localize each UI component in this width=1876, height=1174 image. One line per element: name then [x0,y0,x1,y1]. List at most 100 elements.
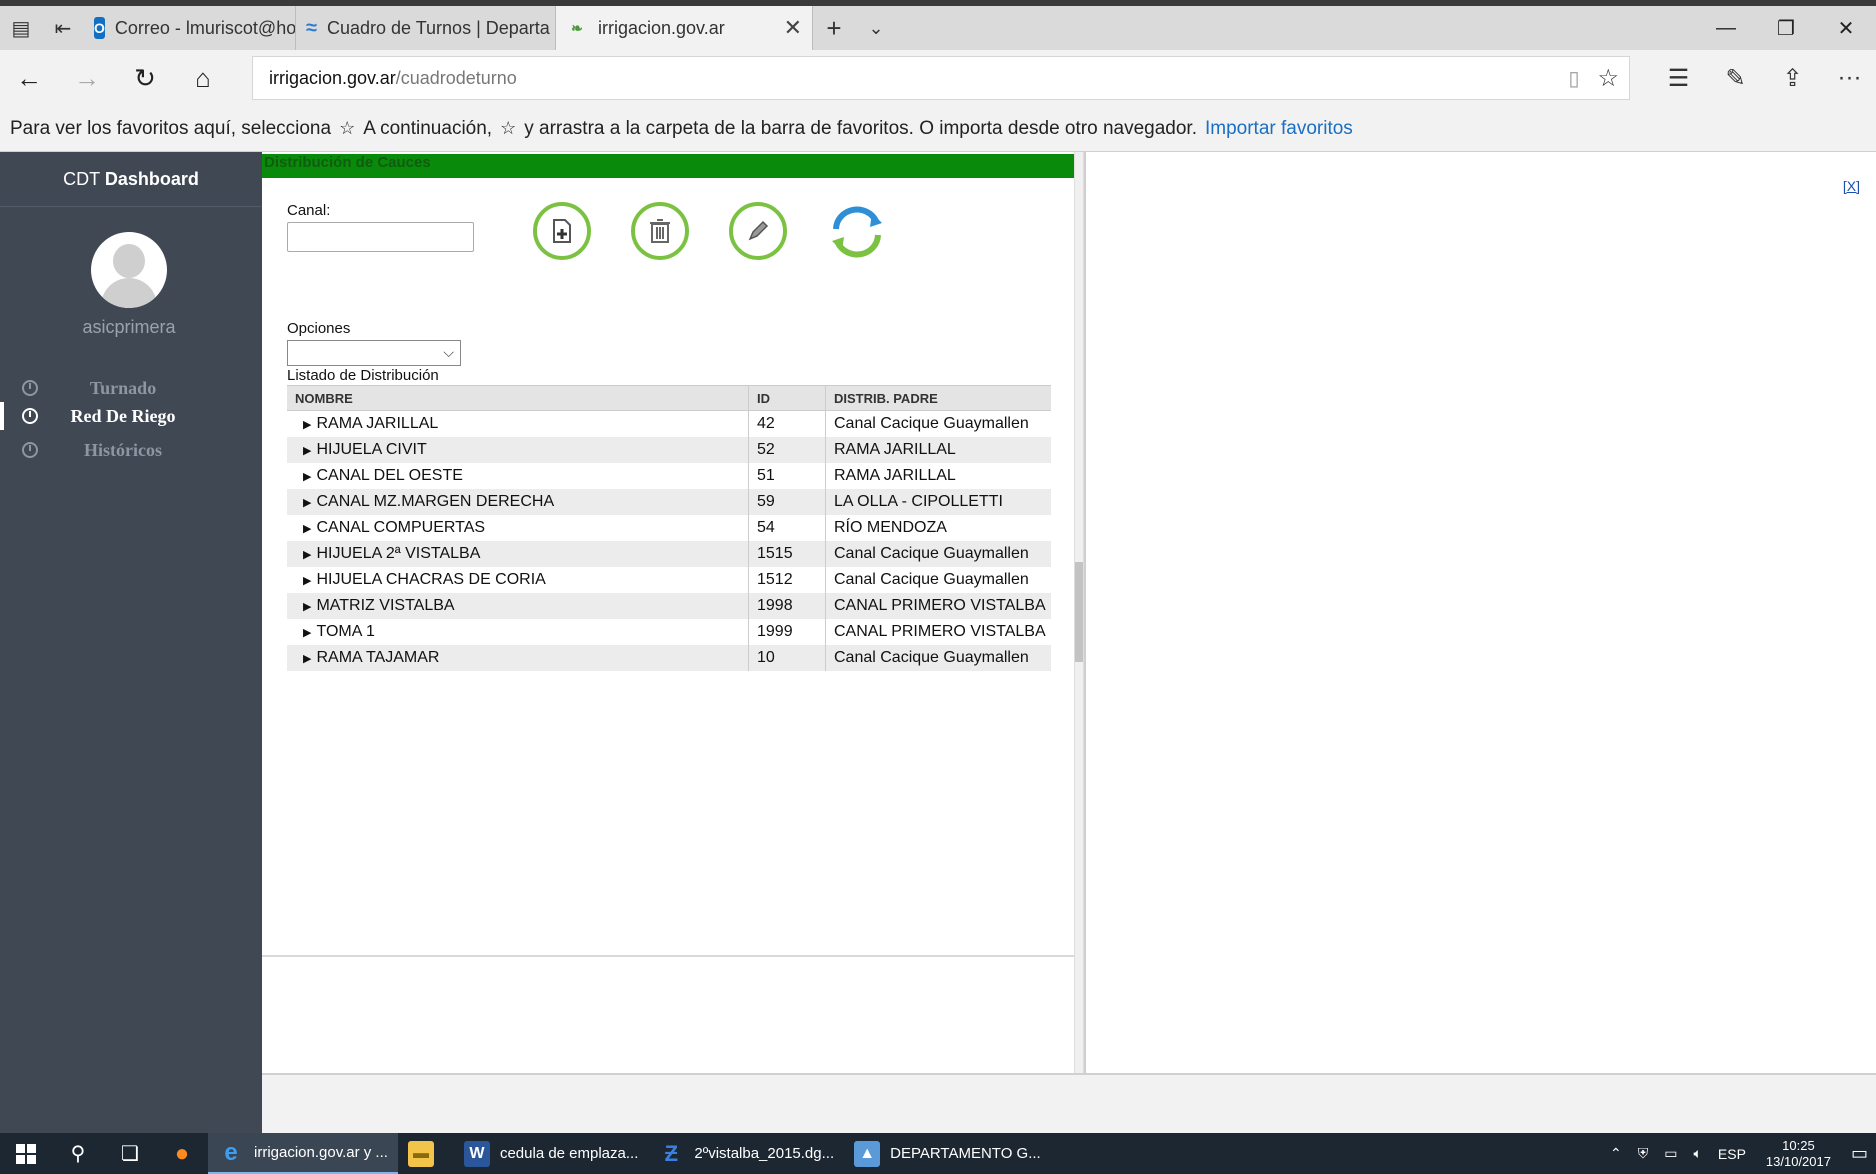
tab-correo[interactable]: O Correo - lmuriscot@hotmai [84,6,296,50]
reading-view-icon[interactable]: ▯ [1568,66,1579,91]
expand-triangle-icon[interactable]: ▶ [303,626,311,639]
sidebar-item-red-de-riego[interactable]: Red De Riego [0,400,262,432]
close-window-icon[interactable]: ✕ [1816,6,1876,50]
home-icon[interactable]: ⌂ [174,50,232,106]
refresh-icon[interactable]: ↻ [116,50,174,106]
table-row[interactable]: ▶ CANAL DEL OESTE 51 RAMA JARILLAL [287,463,1051,489]
tab-title: Correo - lmuriscot@hotmai [114,17,296,38]
column-header-nombre[interactable]: NOMBRE [287,386,749,410]
brand[interactable]: CDT Dashboard [0,152,262,206]
chevron-down-icon: ⌵ [443,344,454,360]
close-tab-icon[interactable]: ✕ [774,15,802,41]
forward-icon[interactable]: → [58,50,116,106]
table-row[interactable]: ▶ RAMA JARILLAL 42 Canal Cacique Guaymallen [287,411,1051,437]
network-icon[interactable]: ▭ [1664,1145,1677,1162]
brand-bold: Dashboard [104,169,199,189]
search-icon[interactable]: ⚲ [52,1133,104,1174]
favbar-text-2: A continuación, [363,117,493,139]
taskbar-app-label: cedula de emplaza... [499,1145,639,1162]
favbar-text-1: Para ver los favoritos aquí, selecciona [10,117,332,139]
canal-label: Canal: [287,202,331,219]
column-header-id[interactable]: ID [749,386,826,410]
expand-triangle-icon[interactable]: ▶ [303,574,311,587]
windows-start-icon[interactable] [0,1133,52,1174]
more-menu-icon[interactable]: ··· [1821,50,1876,106]
table-row[interactable]: ▶ CANAL COMPUERTAS 54 RÍO MENDOZA [287,515,1051,541]
table-row[interactable]: ▶ HIJUELA CHACRAS DE CORIA 1512 Canal Caciq… [287,567,1051,593]
cell-id: 1998 [749,593,826,619]
expand-triangle-icon[interactable]: ▶ [303,418,311,431]
tab-title: Cuadro de Turnos | Departa [326,17,550,38]
web-note-icon[interactable]: ✎ [1707,50,1764,106]
table-row[interactable]: ▶ TOMA 1 1999 CANAL PRIMERO VISTALBA [287,619,1051,645]
panel-footer [262,957,1074,1073]
favorites-hub-icon[interactable]: ☰ [1650,50,1707,106]
star-icon: ☆ [339,118,356,138]
import-favorites-link[interactable]: Importar favoritos [1205,118,1353,140]
expand-triangle-icon[interactable]: ▶ [303,496,311,509]
back-icon[interactable]: ← [0,50,58,106]
avatar-head [113,244,145,278]
refresh-list-button[interactable] [828,205,886,259]
leaf-icon: ❧ [571,19,583,36]
table-row[interactable]: ▶ HIJUELA 2ª VISTALBA 1515 Canal Cacique Gu… [287,541,1051,567]
star-icon: ☆ [500,118,517,138]
cell-id: 54 [749,515,826,541]
tab-manager-icon[interactable]: ▤ [0,6,42,50]
volume-icon[interactable]: 🔈︎ [1693,1145,1701,1162]
cell-nombre: CANAL MZ.MARGEN DERECHA [316,493,555,510]
url-field[interactable]: irrigacion.gov.ar/cuadrodeturno ▯ ☆ [252,56,1630,100]
new-tab-icon[interactable]: + [813,6,855,50]
table-body: ▶ RAMA JARILLAL 42 Canal Cacique Guaymallen… [287,411,1051,671]
cell-padre: Canal Cacique Guaymallen [834,415,1029,432]
url-path: /cuadrodeturno [395,67,517,88]
expand-triangle-icon[interactable]: ▶ [303,652,311,665]
table-row[interactable]: ▶ CANAL MZ.MARGEN DERECHA 59 LA OLLA - CIPO… [287,489,1051,515]
expand-triangle-icon[interactable]: ▶ [303,600,311,613]
tab-preview-chevron-icon[interactable]: ⌄ [855,6,897,50]
sidebar-item-label: Históricos [84,439,162,460]
expand-triangle-icon[interactable]: ▶ [303,548,311,561]
firefox-icon[interactable]: ● [156,1133,208,1174]
minimize-icon[interactable]: — [1696,6,1756,50]
table-row[interactable]: ▶ HIJUELA CIVIT 52 RAMA JARILLAL [287,437,1051,463]
taskbar-app-label: DEPARTAMENTO G... [890,1145,1041,1162]
expand-triangle-icon[interactable]: ▶ [303,444,311,457]
divider [0,206,262,207]
canal-input[interactable] [287,222,474,252]
security-icon[interactable]: ⛨ [1638,1145,1649,1162]
taskbar-app-image[interactable]: ▲ DEPARTAMENTO G... [844,1133,1051,1174]
expand-triangle-icon[interactable]: ▶ [303,522,311,535]
chevron-up-icon[interactable]: ⌃ [1610,1145,1622,1162]
taskbar-app-cad[interactable]: Ƶ 2ºvistalba_2015.dg... [648,1133,844,1174]
sidebar-item-historicos[interactable]: Históricos [0,434,262,466]
expand-triangle-icon[interactable]: ▶ [303,470,311,483]
table-row[interactable]: ▶ RAMA TAJAMAR 10 Canal Cacique Guaymallen [287,645,1051,671]
scrollbar-thumb[interactable] [1075,562,1083,662]
share-icon[interactable]: ⇪ [1764,50,1821,106]
taskbar-app-edge[interactable]: e irrigacion.gov.ar y ... [208,1133,398,1174]
edit-button[interactable] [729,202,787,260]
opciones-select[interactable]: ⌵ [287,340,461,366]
notifications-icon[interactable]: ▭ [1851,1143,1868,1164]
cad-icon: Ƶ [664,1140,679,1166]
restore-icon[interactable]: ❐ [1756,6,1816,50]
column-header-padre[interactable]: DISTRIB. PADRE [826,386,1051,410]
favorite-star-icon[interactable]: ☆ [1597,64,1619,93]
address-bar-row: ← → ↻ ⌂ irrigacion.gov.ar/cuadrodeturno … [0,50,1876,106]
clock[interactable]: 10:25 13/10/2017 [1766,1138,1831,1170]
delete-button[interactable] [631,202,689,260]
language-indicator[interactable]: ESP [1718,1146,1746,1162]
table-row[interactable]: ▶ MATRIZ VISTALBA 1998 CANAL PRIMERO VISTAL… [287,593,1051,619]
add-button[interactable] [533,202,591,260]
task-view-icon[interactable]: ❏ [104,1133,156,1174]
tab-cuadro-de-turnos[interactable]: ≈ Cuadro de Turnos | Departa [296,6,556,50]
opciones-label: Opciones [287,320,351,337]
taskbar-app-word[interactable]: W cedula de emplaza... [454,1133,648,1174]
taskbar-app-explorer[interactable]: ▬ [398,1133,454,1174]
cell-padre: Canal Cacique Guaymallen [834,571,1029,588]
close-panel-link[interactable]: [X] [1843,178,1860,194]
avatar-body [101,278,157,308]
set-aside-tabs-icon[interactable]: ⇤ [42,6,84,50]
tab-irrigacion[interactable]: ❧ irrigacion.gov.ar ✕ [556,6,813,50]
